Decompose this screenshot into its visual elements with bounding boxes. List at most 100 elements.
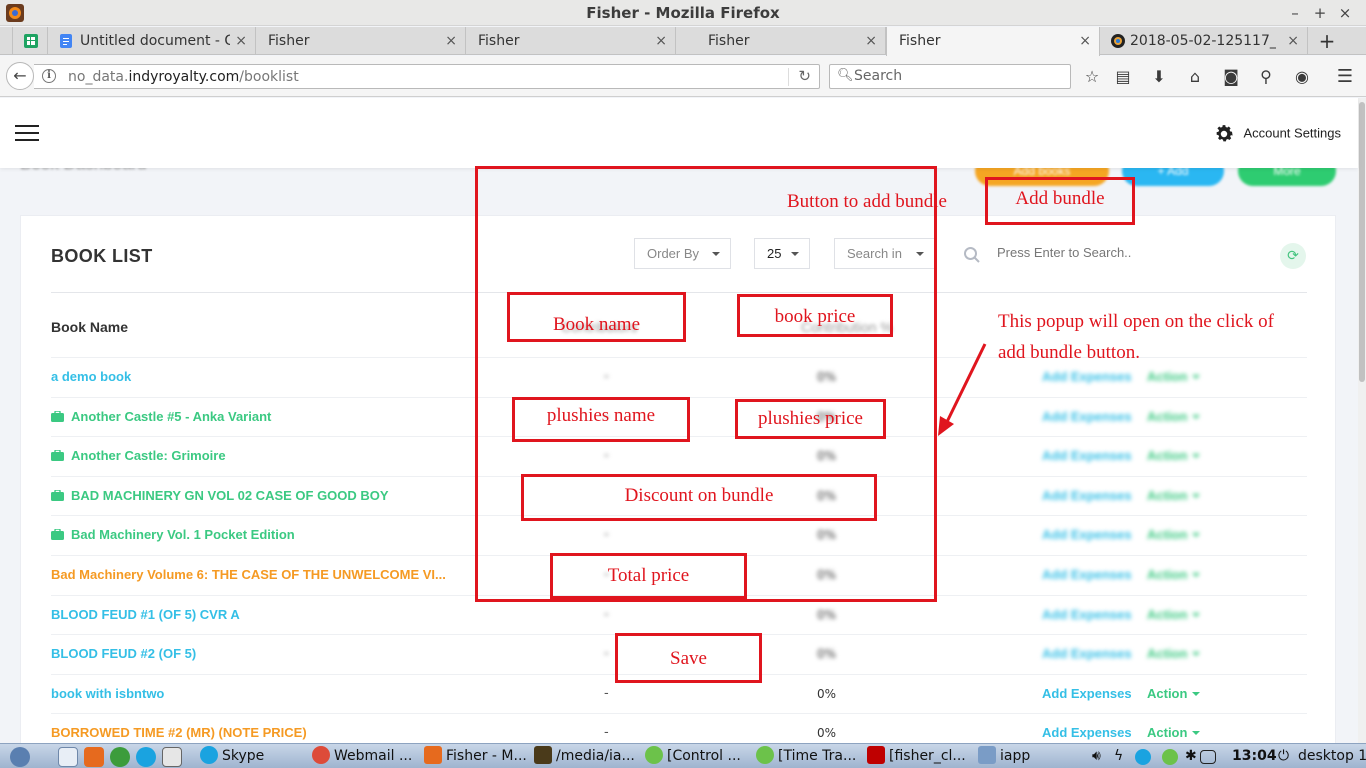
action-dropdown[interactable]: Action: [1147, 398, 1201, 436]
taskbar-item-fisher[interactable]: Fisher - M...: [424, 744, 527, 768]
close-tab-icon[interactable]: ×: [445, 27, 457, 55]
close-tab-icon[interactable]: ×: [1287, 27, 1299, 55]
power-status-icon[interactable]: ϟ: [1114, 744, 1123, 768]
plushies-name-field[interactable]: plushies name: [512, 397, 690, 442]
action-dropdown[interactable]: Action: [1147, 358, 1201, 396]
book-search-input[interactable]: Press Enter to Search..: [997, 238, 1197, 268]
book-name-link[interactable]: Another Castle #5 - Anka Variant: [51, 398, 271, 436]
add-expenses-link[interactable]: Add Expenses: [1042, 516, 1132, 554]
firefox-launcher-icon[interactable]: [84, 747, 104, 767]
save-button[interactable]: Save: [615, 633, 762, 683]
add-expenses-link[interactable]: Add Expenses: [1042, 714, 1132, 743]
terminal-launcher-icon[interactable]: [162, 747, 182, 767]
book-name-field[interactable]: Book name: [507, 292, 686, 342]
book-name-link[interactable]: Bad Machinery Vol. 1 Pocket Edition: [51, 516, 295, 554]
tab-fisher-1[interactable]: Fisher ×: [256, 27, 466, 55]
extension-icon[interactable]: ◉: [1291, 66, 1313, 88]
url-bar[interactable]: i no_data.indyroyalty.com/booklist ↻: [34, 64, 820, 89]
chrome-launcher-icon[interactable]: [110, 747, 130, 767]
home-icon[interactable]: ⌂: [1184, 66, 1206, 88]
action-dropdown[interactable]: Action: [1147, 477, 1201, 515]
taskbar-item-filezilla[interactable]: [fisher_cl...: [867, 744, 966, 768]
minimize-button[interactable]: –: [1285, 2, 1305, 24]
tab-screenshot[interactable]: 2018-05-02-125117_136 ×: [1100, 27, 1308, 55]
desktop-switcher[interactable]: desktop 1: [1298, 744, 1366, 768]
close-tab-icon[interactable]: ×: [655, 27, 667, 55]
plushies-price-field[interactable]: plushies price: [735, 399, 886, 439]
hamburger-menu-icon[interactable]: [15, 125, 39, 143]
refresh-icon[interactable]: ⟳: [1280, 243, 1306, 269]
upwork-icon: [645, 746, 663, 764]
tab-untitled-document[interactable]: Untitled document - Go ×: [48, 27, 256, 55]
network-icon[interactable]: [1200, 750, 1216, 764]
file-manager-icon[interactable]: [58, 747, 78, 767]
taskbar-label: Fisher - M...: [446, 748, 527, 764]
taskbar-item-iapp[interactable]: iapp: [978, 744, 1030, 768]
skype-tray-icon[interactable]: [1135, 749, 1151, 765]
action-dropdown[interactable]: Action: [1147, 556, 1201, 594]
reading-list-icon[interactable]: ▤: [1112, 66, 1134, 88]
back-button[interactable]: ←: [6, 62, 34, 90]
book-name-link[interactable]: book with isbntwo: [51, 675, 164, 713]
info-icon[interactable]: i: [42, 69, 56, 83]
action-dropdown[interactable]: Action: [1147, 437, 1201, 475]
book-name-link[interactable]: BORROWED TIME #2 (MR) (NOTE PRICE): [51, 714, 307, 743]
bluetooth-icon[interactable]: ✱: [1185, 744, 1197, 768]
action-label: Action: [1147, 606, 1188, 622]
reload-icon[interactable]: ↻: [798, 67, 811, 85]
taskbar-item-time-tracker[interactable]: [Time Tra...: [756, 744, 856, 768]
book-name-link[interactable]: BLOOD FEUD #2 (OF 5): [51, 635, 196, 673]
close-tab-icon[interactable]: ×: [235, 27, 247, 55]
action-dropdown[interactable]: Action: [1147, 635, 1201, 673]
total-price-field[interactable]: Total price: [550, 553, 747, 599]
action-dropdown[interactable]: Action: [1147, 675, 1201, 713]
start-menu-icon[interactable]: [10, 747, 30, 767]
close-tab-icon[interactable]: ×: [865, 27, 877, 55]
add-expenses-link[interactable]: Add Expenses: [1042, 437, 1132, 475]
pinned-tab-sheets[interactable]: [12, 27, 48, 55]
tab-fisher-active[interactable]: Fisher ×: [886, 27, 1100, 56]
book-name-link[interactable]: a demo book: [51, 358, 131, 396]
action-dropdown[interactable]: Action: [1147, 516, 1201, 554]
book-price-field[interactable]: book price: [737, 294, 893, 337]
clock[interactable]: 13:04: [1232, 744, 1277, 768]
book-name-link[interactable]: Another Castle: Grimoire: [51, 437, 226, 475]
taskbar-item-webmail[interactable]: Webmail ...: [312, 744, 412, 768]
upwork-tray-icon[interactable]: [1162, 749, 1178, 765]
account-settings-link[interactable]: Account Settings: [1213, 122, 1341, 145]
maximize-button[interactable]: +: [1310, 2, 1330, 24]
annotation-add-bundle-box[interactable]: Add bundle: [985, 177, 1135, 225]
new-tab-button[interactable]: +: [1312, 27, 1342, 55]
scrollbar-thumb[interactable]: [1359, 102, 1365, 382]
skype-launcher-icon[interactable]: [136, 747, 156, 767]
download-icon[interactable]: ⬇: [1148, 66, 1170, 88]
add-expenses-link[interactable]: Add Expenses: [1042, 477, 1132, 515]
shutdown-icon[interactable]: ⏻: [1278, 744, 1289, 768]
action-dropdown[interactable]: Action: [1147, 596, 1201, 634]
tab-fisher-3[interactable]: Fisher ×: [676, 27, 886, 55]
book-name-link[interactable]: BAD MACHINERY GN VOL 02 CASE OF GOOD BOY: [51, 477, 389, 515]
navigation-toolbar: ← i no_data.indyroyalty.com/booklist ↻ 🔍…: [0, 56, 1366, 97]
taskbar-item-control[interactable]: [Control ...: [645, 744, 741, 768]
book-name-link[interactable]: Bad Machinery Volume 6: THE CASE OF THE …: [51, 556, 446, 594]
add-expenses-link[interactable]: Add Expenses: [1042, 635, 1132, 673]
volume-icon[interactable]: 🔊︎: [1092, 744, 1101, 768]
taskbar-item-media[interactable]: /media/ia...: [534, 744, 635, 768]
tab-fisher-2[interactable]: Fisher ×: [466, 27, 676, 55]
taskbar-item-skype[interactable]: Skype: [200, 744, 264, 768]
close-tab-icon[interactable]: ×: [1079, 27, 1091, 55]
close-window-button[interactable]: ×: [1335, 2, 1355, 24]
discount-field[interactable]: Discount on bundle: [521, 474, 877, 521]
search-bar[interactable]: 🔍︎ Search: [829, 64, 1071, 89]
page-scrollbar[interactable]: [1358, 98, 1366, 743]
menu-icon[interactable]: ☰: [1334, 66, 1356, 88]
action-dropdown[interactable]: Action: [1147, 714, 1201, 743]
bookmark-star-icon[interactable]: ☆: [1081, 66, 1103, 88]
book-name-link[interactable]: BLOOD FEUD #1 (OF 5) CVR A: [51, 596, 240, 634]
add-expenses-link[interactable]: Add Expenses: [1042, 675, 1132, 713]
pocket-icon[interactable]: ◙: [1220, 66, 1242, 88]
eyedropper-icon[interactable]: ⚲: [1255, 66, 1277, 88]
add-expenses-link[interactable]: Add Expenses: [1042, 398, 1132, 436]
add-expenses-link[interactable]: Add Expenses: [1042, 556, 1132, 594]
add-expenses-link[interactable]: Add Expenses: [1042, 596, 1132, 634]
